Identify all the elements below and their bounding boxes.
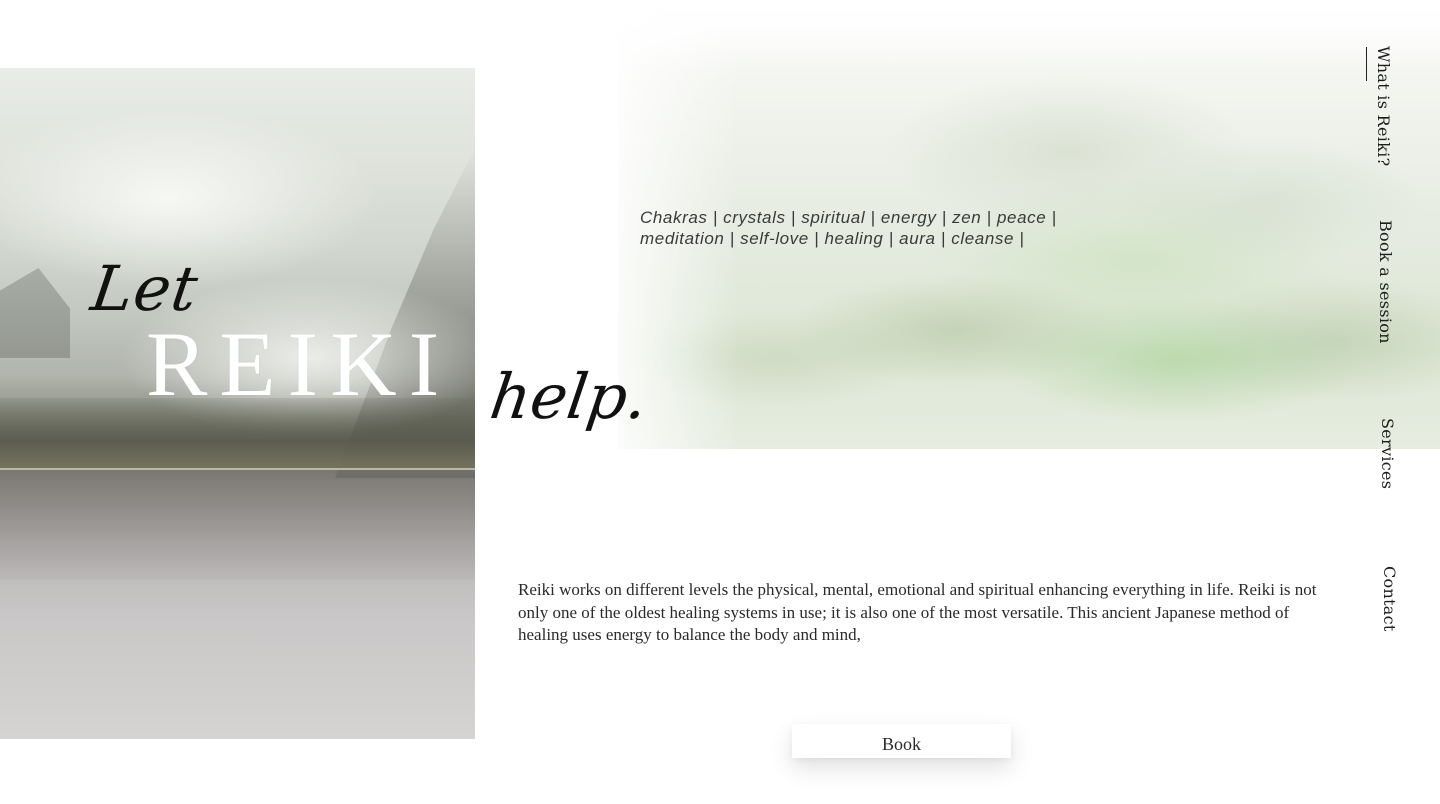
hero-word-help: help. bbox=[485, 360, 653, 433]
lake-reflection bbox=[0, 470, 475, 580]
nav-item-contact[interactable]: Contact bbox=[1380, 566, 1399, 632]
keyword-tags-line: meditation | self-love | healing | aura … bbox=[640, 229, 1025, 248]
nav-item-what-is-reiki[interactable]: What is Reiki? bbox=[1374, 46, 1393, 166]
mountain-left bbox=[0, 268, 70, 358]
keyword-tags: Chakras | crystals | spiritual | energy … bbox=[640, 207, 1100, 249]
book-button[interactable]: Book bbox=[792, 724, 1011, 758]
nav-active-indicator bbox=[1366, 47, 1367, 81]
hero-word-let: Let bbox=[86, 252, 203, 325]
intro-paragraph: Reiki works on different levels the phys… bbox=[518, 580, 1317, 644]
hero-word-reiki: REIKI bbox=[146, 313, 452, 415]
keyword-tags-line: Chakras | crystals | spiritual | energy … bbox=[640, 208, 1057, 227]
page: Let REIKI help. Chakras | crystals | spi… bbox=[0, 0, 1440, 804]
watercolor-fade bbox=[618, 0, 1440, 70]
nav-item-book-a-session[interactable]: Book a session bbox=[1376, 220, 1395, 344]
nav-item-services[interactable]: Services bbox=[1378, 418, 1397, 489]
